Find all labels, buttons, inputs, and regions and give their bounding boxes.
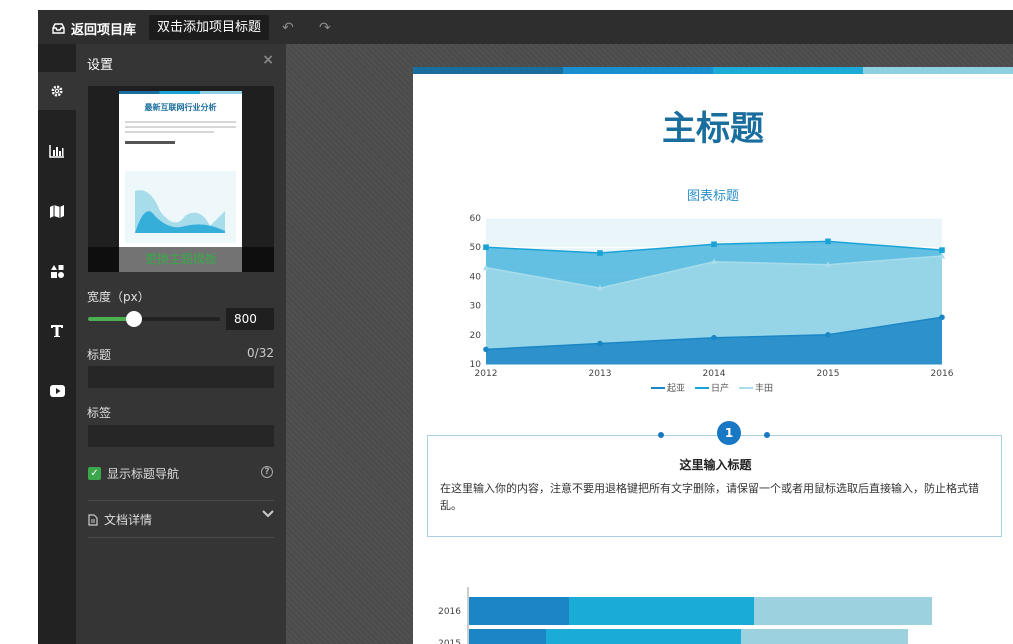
strip-segment bbox=[413, 67, 563, 74]
header-color-strip bbox=[413, 67, 1013, 74]
legend-item[interactable]: 丰田 bbox=[739, 381, 773, 394]
theme-thumbnail[interactable]: 最新互联网行业分析 更换主题模板 bbox=[88, 86, 274, 272]
redo-icon[interactable]: ↷ bbox=[319, 20, 331, 36]
thumbnail-title: 最新互联网行业分析 bbox=[144, 103, 217, 112]
project-title-field[interactable]: 双击添加项目标题 bbox=[149, 15, 270, 40]
document-page: 主标题 图表标题 10 20 30 40 50 60 2012 2013 2014 2015 201… bbox=[413, 67, 1013, 644]
data-point bbox=[825, 238, 831, 245]
data-point bbox=[711, 241, 717, 248]
top-bar: 返回项目库 双击添加项目标题 ↶ ↷ bbox=[38, 10, 1013, 44]
tag-input[interactable] bbox=[88, 425, 274, 447]
doc-details-label: 文档详情 bbox=[104, 513, 153, 527]
show-nav-label: 显示标题导航 bbox=[107, 467, 180, 481]
data-point bbox=[597, 340, 603, 347]
y-tick-label: 20 bbox=[470, 331, 482, 341]
data-point bbox=[597, 250, 603, 256]
divider bbox=[88, 500, 274, 501]
bar-category-label: 2016 bbox=[438, 607, 461, 617]
thumbnail-page: 最新互联网行业分析 bbox=[119, 91, 242, 272]
thumbnail-chart bbox=[125, 171, 236, 243]
tag-label: 标签 bbox=[87, 406, 112, 420]
change-theme-button[interactable]: 更换主题模板 bbox=[88, 247, 274, 272]
legend-label: 丰田 bbox=[755, 384, 774, 394]
bar-segment bbox=[754, 597, 932, 625]
legend-item[interactable]: 日产 bbox=[695, 381, 729, 394]
card-body[interactable]: 在这里输入你的内容，注意不要用退格键把所有文字删除，请保留一个或者用鼠标选取后直… bbox=[440, 480, 990, 514]
inbox-icon bbox=[52, 23, 65, 34]
data-point bbox=[825, 332, 831, 338]
y-tick-label: 50 bbox=[470, 243, 482, 253]
title-char-counter: 0/32 bbox=[247, 346, 274, 360]
x-tick-label: 2014 bbox=[703, 369, 726, 377]
settings-panel: 设置 × 最新互联网行业分析 更换主题模板 宽度（px） 800 标题 0/32… bbox=[76, 44, 286, 644]
x-tick-label: 2012 bbox=[475, 369, 498, 377]
width-label: 宽度（px） bbox=[87, 290, 150, 304]
back-label: 返回项目库 bbox=[71, 23, 137, 38]
y-tick-label: 30 bbox=[470, 302, 482, 312]
data-point bbox=[939, 314, 945, 321]
width-slider-track[interactable] bbox=[88, 317, 220, 321]
map-icon[interactable] bbox=[38, 192, 76, 230]
x-tick-label: 2015 bbox=[817, 369, 840, 377]
back-to-library-button[interactable]: 返回项目库 bbox=[52, 19, 136, 38]
card-dot bbox=[764, 432, 770, 438]
title-label: 标题 bbox=[87, 348, 112, 362]
data-point bbox=[483, 346, 489, 353]
x-tick-label: 2013 bbox=[589, 369, 612, 377]
bar-chart-icon[interactable] bbox=[38, 132, 76, 170]
undo-icon[interactable]: ↶ bbox=[282, 20, 294, 36]
video-icon[interactable] bbox=[38, 372, 76, 410]
legend-swatch bbox=[695, 386, 710, 389]
gear-icon[interactable] bbox=[38, 72, 76, 110]
bar-segment bbox=[546, 629, 741, 644]
text-icon[interactable] bbox=[38, 312, 76, 350]
area-chart[interactable]: 1020304050602012 2013 2014 2015 2016 bbox=[413, 207, 1013, 377]
width-slider-handle[interactable] bbox=[126, 311, 143, 327]
show-nav-row[interactable]: ✓ 显示标题导航 bbox=[88, 465, 179, 482]
bar-segment bbox=[469, 629, 546, 644]
legend-swatch bbox=[651, 386, 665, 389]
legend-item[interactable]: 起亚 bbox=[651, 381, 685, 394]
legend-label: 起亚 bbox=[667, 384, 686, 394]
chart-title[interactable]: 图表标题 bbox=[413, 185, 1013, 204]
strip-segment bbox=[563, 67, 713, 74]
card-dot bbox=[658, 432, 664, 438]
doc-details-toggle[interactable]: 文档详情 bbox=[88, 511, 152, 528]
main-title[interactable]: 主标题 bbox=[413, 101, 1013, 150]
y-tick-label: 40 bbox=[470, 272, 482, 282]
shapes-icon[interactable] bbox=[38, 252, 76, 290]
bar-segment bbox=[469, 597, 569, 625]
data-point bbox=[711, 334, 717, 341]
chart-legend: 起亚 日产 丰田 bbox=[651, 381, 773, 394]
divider bbox=[88, 537, 274, 538]
panel-title: 设置 bbox=[87, 58, 114, 73]
chevron-down-icon[interactable] bbox=[262, 509, 274, 519]
content-card[interactable]: 1 这里输入标题 在这里输入你的内容，注意不要用退格键把所有文字删除，请保留一个… bbox=[427, 421, 1003, 537]
card-number-badge: 1 bbox=[717, 421, 741, 445]
legend-swatch bbox=[739, 386, 754, 389]
data-point bbox=[483, 244, 489, 250]
title-input[interactable] bbox=[88, 366, 274, 388]
strip-segment bbox=[863, 67, 1013, 74]
bar-category-label: 2015 bbox=[438, 639, 461, 644]
close-icon[interactable]: × bbox=[262, 52, 274, 68]
x-tick-label: 2016 bbox=[931, 369, 954, 377]
strip-segment bbox=[713, 67, 863, 74]
stacked-bar-chart[interactable]: 2016 2015 bbox=[413, 587, 1013, 644]
card-title[interactable]: 这里输入标题 bbox=[428, 456, 1003, 473]
bar-segment bbox=[741, 629, 908, 644]
width-input[interactable]: 800 bbox=[226, 308, 274, 330]
show-nav-checkbox[interactable]: ✓ bbox=[88, 467, 101, 480]
y-tick-label: 60 bbox=[470, 214, 482, 224]
data-point bbox=[939, 247, 945, 253]
legend-label: 日产 bbox=[711, 384, 730, 394]
bar-segment bbox=[569, 597, 754, 625]
tool-sidebar bbox=[38, 44, 76, 644]
help-icon[interactable]: ? bbox=[261, 466, 273, 478]
document-icon bbox=[88, 513, 98, 526]
